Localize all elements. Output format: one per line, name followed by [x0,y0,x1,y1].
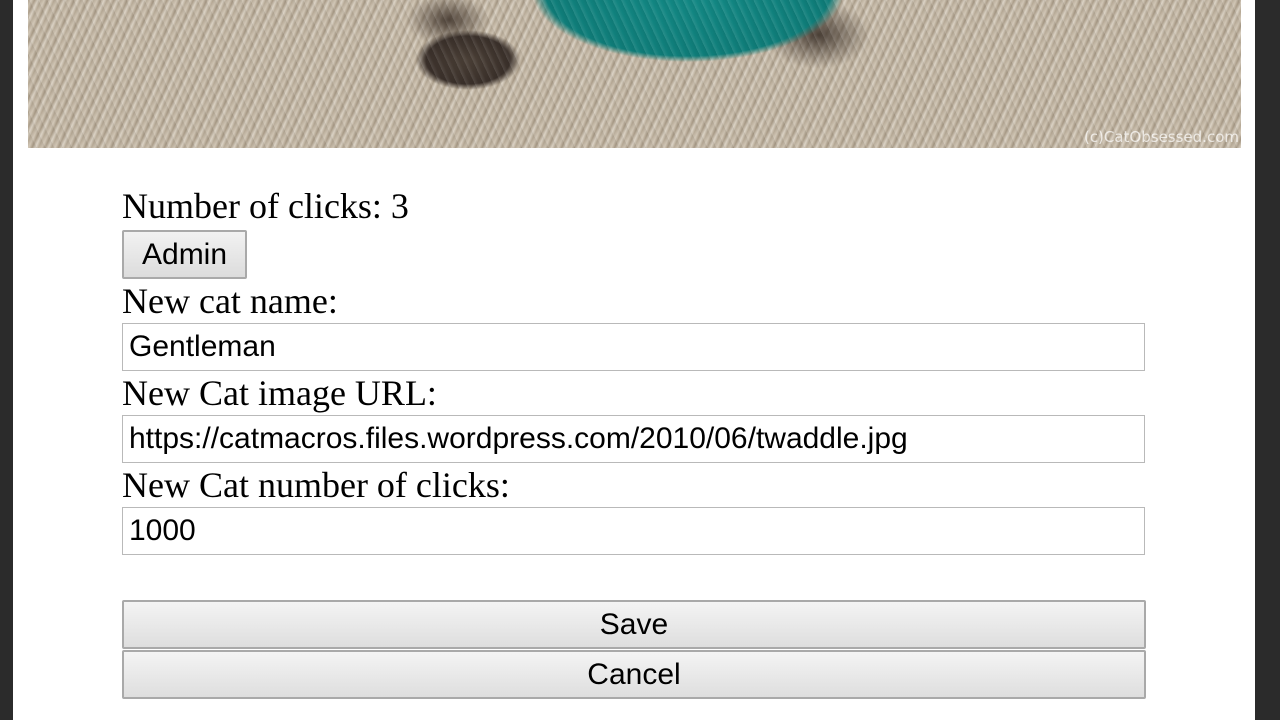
image-watermark: (c)CatObsessed.com [1083,128,1239,146]
click-count: Number of clicks: 3 [122,186,409,226]
cat-clicks-input[interactable] [122,507,1145,555]
admin-button[interactable]: Admin [122,230,248,279]
cancel-button[interactable]: Cancel [122,650,1146,699]
cat-name-input[interactable] [122,323,1145,371]
cat-image[interactable]: (c)CatObsessed.com [28,0,1241,148]
page: (c)CatObsessed.com Number of clicks: 3 A… [13,0,1255,720]
save-button[interactable]: Save [122,600,1146,649]
cat-image-url-label: New Cat image URL: [122,373,437,413]
cat-admin-panel: Number of clicks: 3 Admin New cat name: … [122,185,1146,699]
cat-name-label: New cat name: [122,281,338,321]
cat-image-url-input[interactable] [122,415,1145,463]
cat-clicks-label: New Cat number of clicks: [122,465,510,505]
